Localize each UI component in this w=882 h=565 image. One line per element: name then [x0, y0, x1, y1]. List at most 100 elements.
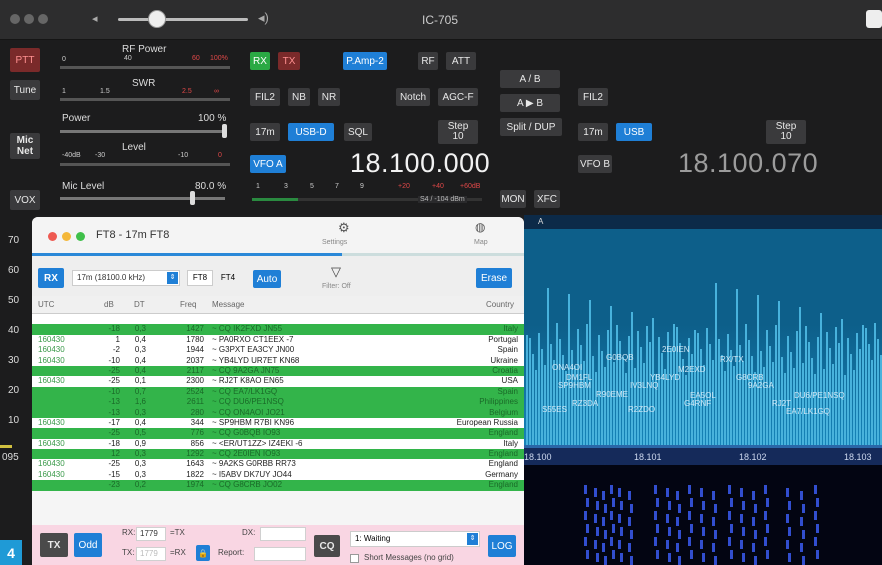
set-rx-eq-button[interactable]: =RX	[170, 548, 186, 557]
nb-button[interactable]: NB	[288, 88, 310, 106]
table-row[interactable]: 160430 -15 0,3 1822 ~ I5ABV DK7UY JO44 German…	[32, 469, 524, 481]
waterfall-display[interactable]	[524, 465, 882, 565]
table-row[interactable]: -23 0,2 1974 ~ CQ G8CRB JO02 England	[32, 480, 524, 491]
ptt-button[interactable]: PTT	[10, 48, 40, 72]
header-message[interactable]: Message	[212, 300, 244, 309]
spectrum-display[interactable]: A 2E0IEN RX/TX G0BQB ONA4OI DM1FL M2EXD SP9HBM…	[524, 215, 882, 445]
callsign-label[interactable]: RX/TX	[720, 355, 744, 364]
auto-button[interactable]: Auto	[253, 270, 281, 288]
vfo-b-frequency[interactable]: 18.100.070	[678, 148, 818, 179]
mode-a-button[interactable]: USB-D	[288, 123, 334, 141]
ft8-rx-button[interactable]: RX	[38, 268, 64, 288]
ft8-minimize-button[interactable]	[62, 232, 71, 241]
vfo-a-frequency[interactable]: 18.100.000	[350, 148, 490, 179]
callsign-label[interactable]: 9A2GA	[748, 381, 774, 390]
table-row[interactable]: 160430 -2 0,3 1944 ~ G3PXT EA3CY JN00 Spain	[32, 345, 524, 356]
callsign-label[interactable]: R2ZDO	[628, 405, 655, 414]
table-row[interactable]: 12 0,3 1292 ~ CQ 2E0IEN IO93 England	[32, 449, 524, 460]
notch-button[interactable]: Notch	[396, 88, 430, 106]
table-row[interactable]: -10 0,7 2524 ~ CQ EA7/LK1GQ Spain	[32, 386, 524, 398]
toolbar-button[interactable]	[866, 10, 882, 28]
header-db[interactable]: dB	[104, 300, 114, 309]
report-input[interactable]	[254, 547, 306, 561]
band-b-button[interactable]: 17m	[578, 123, 608, 141]
cq-button[interactable]: CQ	[314, 535, 340, 557]
callsign-label[interactable]: R90EME	[596, 390, 628, 399]
callsign-label[interactable]: DU6/PE1NSQ	[794, 391, 845, 400]
band-select[interactable]: 17m (18100.0 kHz) ⇕	[72, 270, 180, 286]
table-row[interactable]: -25 0,5 776 ~ CQ G0BQB IO93 England	[32, 428, 524, 439]
table-row[interactable]: -25 0,4 2117 ~ CQ 9A2GA JN75 Croatia	[32, 365, 524, 377]
header-country[interactable]: Country	[486, 300, 514, 309]
log-button[interactable]: LOG	[488, 535, 516, 557]
volume-slider-knob[interactable]	[148, 10, 166, 28]
callsign-label[interactable]: IV3LNQ	[630, 381, 658, 390]
table-row[interactable]: 160430 -25 0,1 2300 ~ RJ2T K8AO EN65 USA	[32, 376, 524, 387]
rx-freq-input[interactable]: 1779	[136, 527, 166, 541]
mic-level-slider[interactable]	[60, 197, 225, 200]
mic-net-button[interactable]: Mic Net	[10, 133, 40, 159]
vfo-a-button[interactable]: VFO A	[250, 155, 286, 173]
rf-button[interactable]: RF	[418, 52, 438, 70]
header-utc[interactable]: UTC	[38, 300, 54, 309]
tx-enable-button[interactable]: TX	[40, 533, 68, 557]
table-row[interactable]: -13 1,6 2611 ~ CQ DU6/PE1NSQ Philippines	[32, 397, 524, 408]
fil2-b-button[interactable]: FIL2	[578, 88, 608, 106]
callsign-label[interactable]: G0BQB	[606, 353, 634, 362]
close-window-button[interactable]	[10, 14, 20, 24]
dx-input[interactable]	[260, 527, 306, 541]
agc-f-button[interactable]: AGC-F	[438, 88, 478, 106]
settings-label[interactable]: Settings	[322, 239, 347, 246]
tx-indicator[interactable]: TX	[278, 52, 300, 70]
zoom-window-button[interactable]	[38, 14, 48, 24]
power-slider-knob[interactable]	[222, 124, 227, 138]
status-select[interactable]: 1: Waiting ⇕	[350, 531, 480, 547]
a-to-b-button[interactable]: A ▶ B	[500, 94, 560, 112]
band-a-button[interactable]: 17m	[250, 123, 280, 141]
ft4-mode-button[interactable]: FT4	[216, 270, 240, 286]
preamp-button[interactable]: P.Amp-2	[343, 52, 387, 70]
header-dt[interactable]: DT	[134, 300, 145, 309]
erase-button[interactable]: Erase	[476, 268, 512, 288]
callsign-label[interactable]: 2E0IEN	[662, 345, 690, 354]
tx-freq-input[interactable]: 1779	[136, 547, 166, 561]
nr-button[interactable]: NR	[318, 88, 340, 106]
header-freq[interactable]: Freq	[180, 300, 196, 309]
lock-icon[interactable]: 🔒	[196, 545, 210, 561]
volume-slider[interactable]	[118, 18, 248, 21]
map-label[interactable]: Map	[474, 239, 488, 246]
xfc-button[interactable]: XFC	[534, 190, 560, 208]
callsign-label[interactable]: SP9HBM	[558, 381, 591, 390]
minimize-window-button[interactable]	[24, 14, 34, 24]
mode-b-button[interactable]: USB	[616, 123, 652, 141]
message-table[interactable]: -18 0,3 1427 ~ CQ IK2FXD JN55 Italy 160430 1 0,…	[32, 314, 524, 525]
set-tx-eq-button[interactable]: =TX	[170, 528, 185, 537]
callsign-label[interactable]: EA7/LK1GQ	[786, 407, 830, 416]
table-row[interactable]: 160430 -25 0,3 1643 ~ 9A2KS G0RBB RR73 Englan…	[32, 459, 524, 470]
filter-funnel-icon[interactable]: ▽	[331, 264, 341, 280]
sql-button[interactable]: SQL	[344, 123, 372, 141]
callsign-label[interactable]: RZ3DA	[572, 399, 598, 408]
table-row[interactable]: 160430 -18 0,9 856 ~ <ER/UT1ZZ> IZ4EKI -6 Ita…	[32, 438, 524, 450]
power-slider[interactable]	[60, 130, 225, 133]
vox-button[interactable]: VOX	[10, 190, 40, 210]
callsign-label[interactable]: S55ES	[542, 405, 567, 414]
table-row[interactable]: 160430 1 0,4 1780 ~ PA0RXO CT1EEX -7 Portugal	[32, 334, 524, 346]
table-row[interactable]: 160430 -10 0,4 2037 ~ YB4LYD UR7ET KN68 Ukrai…	[32, 355, 524, 366]
rx-indicator[interactable]: RX	[250, 52, 270, 70]
step-b-button[interactable]: Step 10	[766, 120, 806, 144]
filter-status[interactable]: Filter: Off	[322, 283, 351, 290]
short-messages-checkbox[interactable]	[350, 554, 359, 563]
ft8-mode-button[interactable]: FT8	[187, 270, 213, 286]
vfo-b-button[interactable]: VFO B	[578, 155, 612, 173]
table-row[interactable]: -18 0,3 1427 ~ CQ IK2FXD JN55 Italy	[32, 324, 524, 335]
ft8-zoom-button[interactable]	[76, 232, 85, 241]
mic-level-slider-knob[interactable]	[190, 191, 195, 205]
table-row[interactable]: 160430 -17 0,4 344 ~ SP9HBM R7BI KN96 Europea…	[32, 417, 524, 429]
mon-button[interactable]: MON	[500, 190, 526, 208]
tune-button[interactable]: Tune	[10, 80, 40, 100]
fil2-button[interactable]: FIL2	[250, 88, 280, 106]
callsign-label[interactable]: G4RNF	[684, 399, 711, 408]
settings-gear-icon[interactable]: ⚙	[338, 220, 350, 236]
att-button[interactable]: ATT	[446, 52, 476, 70]
